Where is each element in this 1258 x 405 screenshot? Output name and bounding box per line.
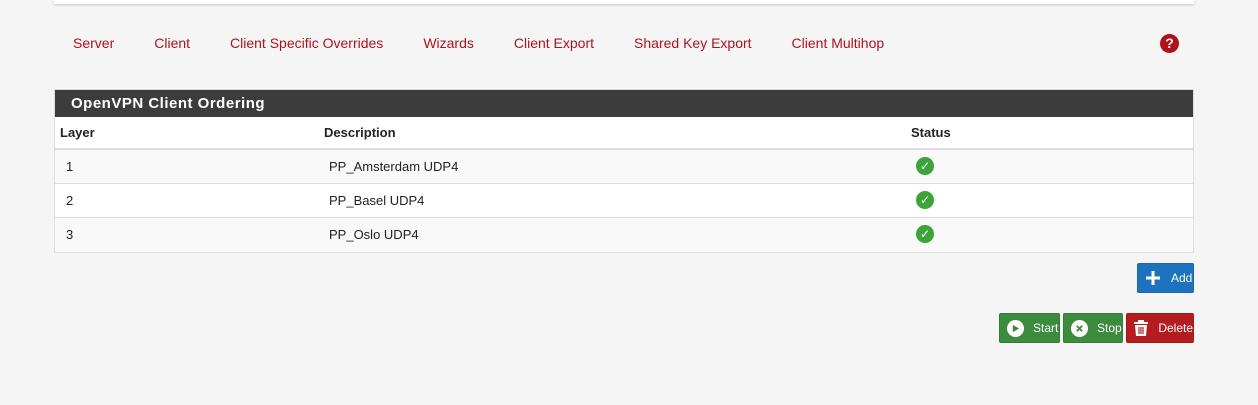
add-button-label: Add: [1171, 271, 1193, 285]
check-circle-icon: ✓: [916, 225, 934, 244]
tab-wizards[interactable]: Wizards: [403, 28, 494, 58]
times-circle-icon: [1070, 319, 1088, 337]
start-button[interactable]: Start: [999, 313, 1060, 343]
row-description: PP_Amsterdam UDP4: [319, 148, 906, 183]
trash-icon: [1133, 319, 1149, 337]
row-layer: 2: [55, 182, 319, 217]
client-ordering-panel: OpenVPN Client Ordering Layer Descriptio…: [54, 89, 1194, 253]
table-row[interactable]: 3 PP_Oslo UDP4 ✓: [55, 216, 1193, 251]
tab-client-multihop[interactable]: Client Multihop: [772, 28, 905, 58]
play-circle-icon: [1006, 319, 1024, 337]
tab-client-export[interactable]: Client Export: [494, 28, 614, 58]
tab-client-specific-overrides[interactable]: Client Specific Overrides: [210, 28, 403, 58]
table-row[interactable]: 2 PP_Basel UDP4 ✓: [55, 182, 1193, 217]
tab-client[interactable]: Client: [134, 28, 210, 58]
question-circle-icon[interactable]: ?: [1160, 34, 1179, 53]
column-header-layer: Layer: [55, 117, 319, 150]
stop-button-label: Stop: [1097, 321, 1122, 335]
start-button-label: Start: [1033, 321, 1059, 335]
column-header-description: Description: [319, 117, 906, 150]
row-layer: 3: [55, 216, 319, 251]
panel-title: OpenVPN Client Ordering: [55, 90, 1193, 117]
row-description: PP_Oslo UDP4: [319, 216, 906, 251]
check-circle-icon: ✓: [916, 157, 934, 176]
top-panel-edge: [54, 0, 1194, 4]
row-layer: 1: [55, 148, 319, 183]
tab-server[interactable]: Server: [53, 28, 134, 58]
column-header-status: Status: [906, 117, 1193, 150]
tab-shared-key-export[interactable]: Shared Key Export: [614, 28, 772, 58]
stop-button[interactable]: Stop: [1063, 313, 1123, 343]
check-circle-icon: ✓: [916, 191, 934, 209]
table-header-row: Layer Description Status: [55, 117, 1193, 150]
row-description: PP_Basel UDP4: [319, 182, 906, 217]
table-row[interactable]: 1 PP_Amsterdam UDP4 ✓: [55, 148, 1193, 183]
delete-button[interactable]: Delete: [1126, 313, 1194, 343]
client-ordering-table: Layer Description Status 1 PP_Amsterdam …: [55, 117, 1193, 251]
delete-button-label: Delete: [1158, 321, 1193, 335]
add-button[interactable]: Add: [1137, 263, 1194, 293]
plus-icon: [1144, 269, 1162, 287]
tab-bar: Server Client Client Specific Overrides …: [53, 28, 1194, 58]
